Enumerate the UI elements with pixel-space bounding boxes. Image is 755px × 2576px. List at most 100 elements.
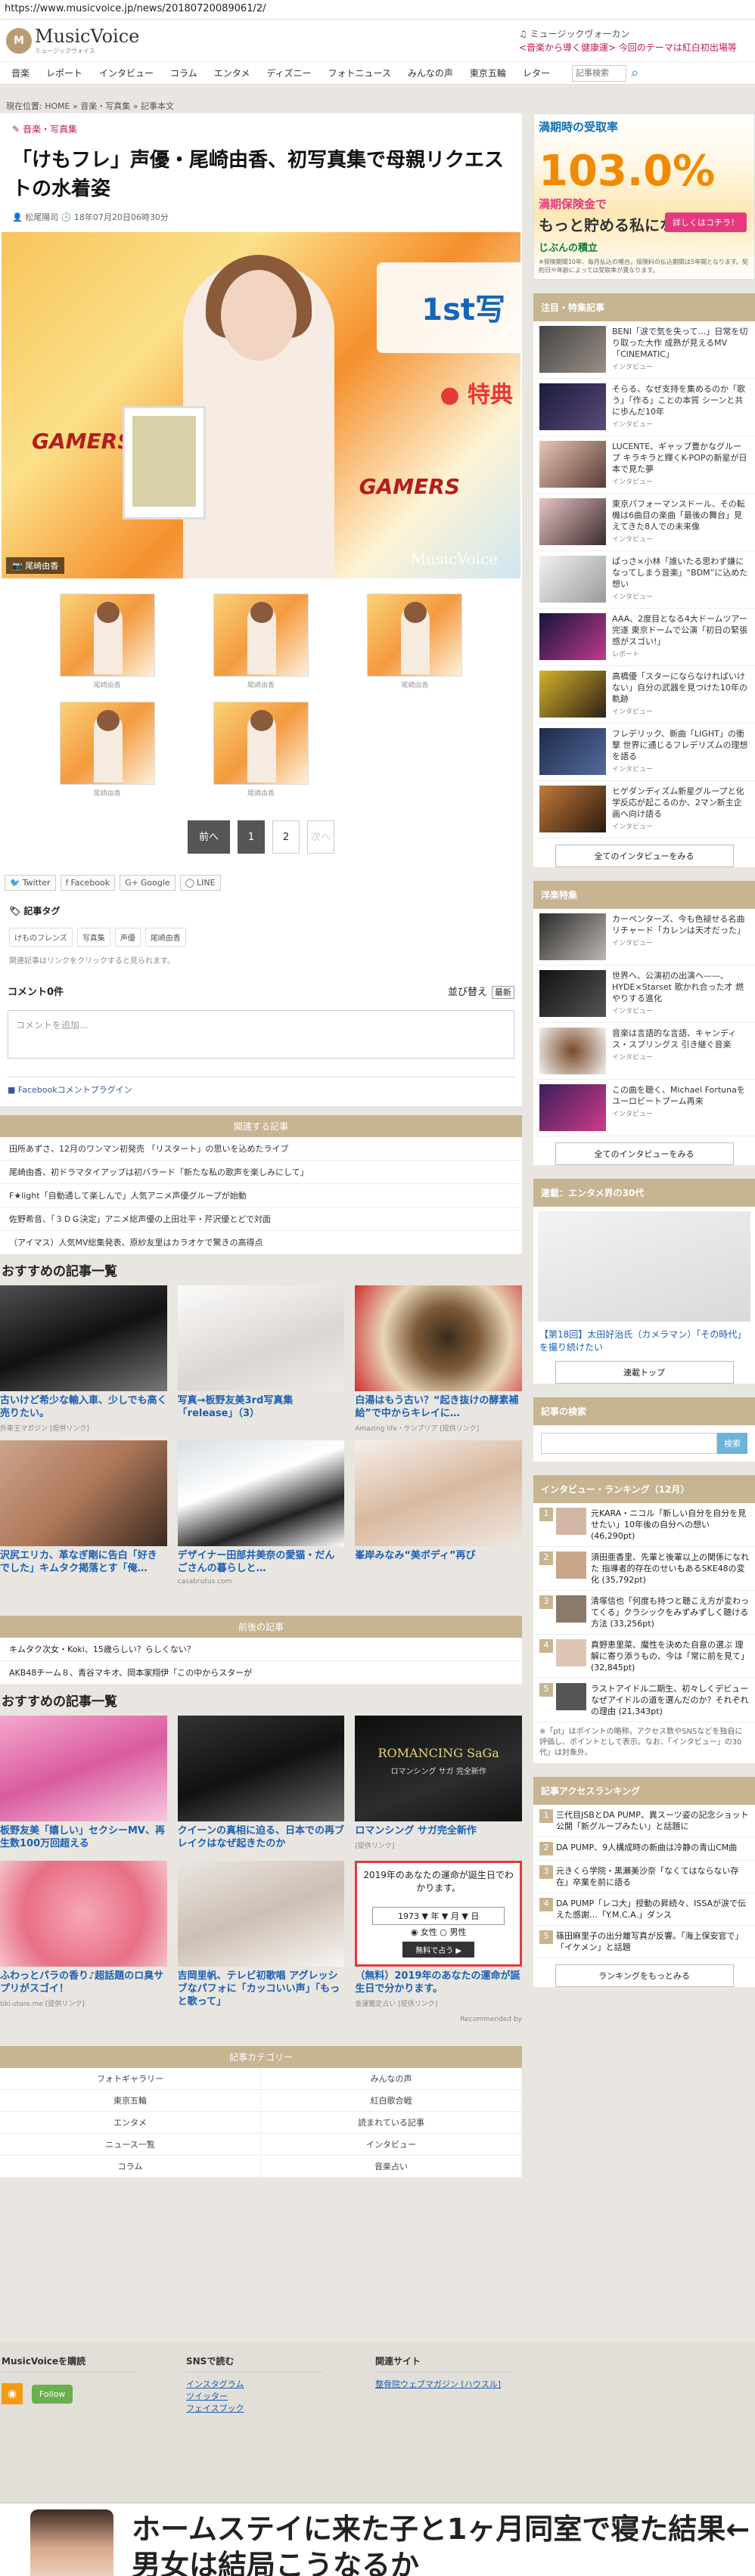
thumbnail[interactable]: 尾崎由香 <box>30 594 184 690</box>
related-item[interactable]: 尾崎由香、初ドラマタイアップは初バラード「新たな私の歌声を楽しみにして」 <box>0 1161 522 1184</box>
category-link[interactable]: 音楽占い <box>261 2156 522 2178</box>
nav-item-voices[interactable]: みんなの声 <box>399 62 461 85</box>
nav-item-olympics[interactable]: 東京五輪 <box>461 62 514 85</box>
tag-item[interactable]: 声優 <box>114 928 141 947</box>
facebook-comment-plugin[interactable]: ■ Facebookコメントプラグイン <box>8 1077 514 1096</box>
access-ranking-item[interactable]: 1 三代目JSBとDA PUMP、異スーツ姿の記念ショット公開「新グループみたい」… <box>533 1805 755 1837</box>
footer-instagram-link[interactable]: インスタグラム <box>186 2379 322 2391</box>
follow-button[interactable]: Follow <box>31 2385 73 2404</box>
recommended-card[interactable]: 峯岸みなみ“美ボディ”再び <box>355 1440 522 1586</box>
bottom-banner-ad[interactable]: ホームステイに来た子と1ヶ月同室で寝た結果← 男女は結局こうなるか <box>0 2503 755 2576</box>
related-item[interactable]: F★light「自動通して楽しんで」人気アニメ声優グループが始動 <box>0 1184 522 1207</box>
western-item[interactable]: この曲を聴く、Michael Fortunaを ユーロビートブーム再来 インタビュ… <box>533 1080 755 1136</box>
recommended-card[interactable]: 沢尻エリカ、革なぎ剛に告白「好きでした」キムタク掲落とす「俺… <box>0 1440 167 1586</box>
featured-item[interactable]: 東京パフォーマンスドール、その転機は6曲目の楽曲「最後の舞台」見えてきた8人での… <box>533 494 755 551</box>
featured-item[interactable]: 高橋優「スターにならなければいけない」自分の武器を見つけた10年の軌跡 インタビュ… <box>533 666 755 724</box>
related-item[interactable]: （アイマス）人気MV総集発表、原紗友里はカラオケで驚きの高得点 <box>0 1231 522 1254</box>
pager-next-button[interactable]: 次へ <box>307 820 334 854</box>
category-link[interactable]: エンタメ <box>0 2112 261 2134</box>
article-category[interactable]: 音楽・写真集 <box>23 124 77 135</box>
access-ranking-item[interactable]: 5 篠田麻里子の出分離写真が反響。「海上保安官で」「イケメン」と話題 <box>533 1926 755 1958</box>
ranking-item[interactable]: 4 真野恵里菜、魔性を決めた自意の選ぶ 理解に寄り添うもの、今は「常に前を見て」 … <box>533 1635 755 1679</box>
tag-item[interactable]: 写真集 <box>76 928 110 947</box>
footer-twitter-link[interactable]: ツイッター <box>186 2391 322 2403</box>
nav-item-entame[interactable]: エンタメ <box>206 62 259 85</box>
featured-item[interactable]: ぱっさ×小林「誰いたる思わず嫌になってしまう音楽」“BDM”に込めた想い インタビ… <box>533 551 755 609</box>
tag-item[interactable]: 尾崎由香 <box>144 928 186 947</box>
share-facebook-button[interactable]: f Facebook <box>60 875 116 891</box>
related-item[interactable]: 田所あずさ、12月のワンマン初発売 「リスタート」の思いを込めたライブ <box>0 1137 522 1161</box>
featured-item[interactable]: ヒゲダンディズム新星グループと化学反応が起こるのか、2マン新主企画へ向け語る イン… <box>533 781 755 839</box>
nav-item-photo-news[interactable]: フォトニュース <box>320 62 399 85</box>
recommended-card[interactable]: ROMANCING SaGa ロマンシング サガ 完全新作 ロマンシング サガ完全新… <box>355 1716 522 1853</box>
share-twitter-button[interactable]: 🐦 Twitter <box>5 875 56 891</box>
western-item[interactable]: 世界へ、公演初の出演へ——、HYDE×Starset 歌かれ合った才 燃やりする… <box>533 966 755 1023</box>
access-ranking-item[interactable]: 3 元きくら学院・黒瀬美沙奈「なくてはならない存在」卒業を前に語る <box>533 1861 755 1893</box>
category-link[interactable]: 読まれている記事 <box>261 2112 522 2134</box>
nav-item-interview[interactable]: インタビュー <box>91 62 162 85</box>
share-google-button[interactable]: G+ Google <box>120 875 176 891</box>
recommended-card[interactable]: 2019年のあなたの運命が誕生日でわかります。 1973 ▼ 年 ▼ 月 ▼ 日… <box>355 1861 522 2011</box>
serial-link[interactable]: 【第18回】太田好治氏（カメラマン）「その時代」を撮り続けたい <box>533 1326 755 1355</box>
ranking-item[interactable]: 2 須田亜香里、先輩と後輩以上の関係になれた 指導者的存在のせいもあるSKE48の… <box>533 1547 755 1591</box>
sidebar-ad[interactable]: 満期時の受取率 103.0% 満期保険金で もっと貯める私になる! じぶんの積立… <box>533 113 755 280</box>
top-notice-line2[interactable]: <音楽から導く健康運> 今回のテーマは紅白初出場等 <box>519 41 746 54</box>
western-item[interactable]: 音楽は言語的な言語、キャンディス・スプリングス 引き継ぐ音楽 インタビュー <box>533 1023 755 1080</box>
ad-cta-button[interactable]: 詳しくはコチラ！ <box>665 212 747 232</box>
recommended-card[interactable]: 板野友美「嬉しい」セクシーMV、再生数100万回超える <box>0 1716 167 1853</box>
rss-icon[interactable]: ◉ <box>2 2383 23 2404</box>
recommended-card[interactable]: クイーンの真相に迫る、日本での再ブレイクはなぜ起きたのか <box>177 1716 345 1853</box>
western-item[interactable]: カーペンターズ、今も色褪せる名曲 リチャード「カレンは天才だった」 インタビュー <box>533 909 755 966</box>
pager-prev-button[interactable]: 前へ <box>188 820 230 854</box>
category-link[interactable]: インタビュー <box>261 2134 522 2156</box>
western-more-button[interactable]: 全てのインタビューをみる <box>555 1142 734 1165</box>
sidebar-search-input[interactable] <box>541 1433 717 1454</box>
ranking-item[interactable]: 5 ラストアイドル二期生、初々しくデビュー なぜアイドルの道を選んだのか？それぞれ… <box>533 1679 755 1722</box>
prev-article-link[interactable]: キムタク次女・Koki、15歳らしい？らしくない？ <box>0 1638 522 1661</box>
ranking-item[interactable]: 1 元KARA・ニコル「新しい自分を自分を見せたい」10年後の自分への想い (46… <box>533 1503 755 1547</box>
featured-more-button[interactable]: 全てのインタビューをみる <box>555 845 734 867</box>
related-item[interactable]: 佐野希音、「３ＤＧ決定」アニメ総声優の上田壮平・芹沢優とどで対面 <box>0 1207 522 1231</box>
pager-page-1[interactable]: 1 <box>238 820 265 854</box>
nav-item-letter[interactable]: レター <box>514 62 558 85</box>
calendar-gender[interactable]: ◉ 女性 ○ 男性 <box>372 1923 505 1940</box>
nav-item-music[interactable]: 音楽 <box>3 62 38 85</box>
recommended-card[interactable]: ふわっとパラの香り♪超話題のロ臭サプリがスゴイ！ tiki-store.me [提… <box>0 1861 167 2011</box>
serial-top-button[interactable]: 連載トップ <box>555 1361 734 1384</box>
search-input[interactable] <box>571 64 626 82</box>
tag-item[interactable]: けものフレンズ <box>9 928 73 947</box>
footer-facebook-link[interactable]: フェイスブック <box>186 2403 322 2415</box>
category-link[interactable]: ニュース一覧 <box>0 2134 261 2156</box>
sidebar-search-button[interactable]: 検索 <box>717 1433 747 1454</box>
recommended-card[interactable]: 白湯はもう古い？“起き抜けの酵素補給”で中からキレイに… Amazing life… <box>355 1285 522 1433</box>
thumbnail[interactable]: 尾崎由香 <box>184 594 337 690</box>
category-link[interactable]: 紅白歌合戦 <box>261 2090 522 2112</box>
next-article-link[interactable]: AKB48チーム８、青谷マキオ、岡本家翔伊「この中からスターが <box>0 1661 522 1685</box>
nav-item-disney[interactable]: ディズニー <box>258 62 319 85</box>
share-line-button[interactable]: ◯ LINE <box>179 875 221 891</box>
thumbnail[interactable]: 尾崎由香 <box>30 702 184 798</box>
thumbnail[interactable]: 尾崎由香 <box>338 594 492 690</box>
recommended-card[interactable]: デザイナー田部井美奈の愛猫・だんごさんの暮らしと… casabrutus.com <box>177 1440 345 1586</box>
comment-input[interactable]: コメントを追加... <box>8 1010 514 1059</box>
address-bar[interactable]: https://www.musicvoice.jp/news/201807200… <box>0 0 755 20</box>
category-link[interactable]: 東京五輪 <box>0 2090 261 2112</box>
recommended-card[interactable]: 写真→板野友美3rd写真集「release」（3） <box>177 1285 345 1433</box>
featured-item[interactable]: LUCENTE、ギャップ豊かなグループ キラキラと輝くK-POPの新星が日本で見… <box>533 436 755 494</box>
pager-page-2[interactable]: 2 <box>272 820 300 854</box>
access-ranking-item[interactable]: 4 DA PUMP「レコ大」授動の昇続々、ISSAが涙で伝えた感謝…「Y.M.C.… <box>533 1893 755 1926</box>
nav-item-report[interactable]: レポート <box>38 62 91 85</box>
ranking-item[interactable]: 3 清塚信也「何度も持つと聴こえ方が変わってくる」クラシックをみずみずしく聴ける方… <box>533 1591 755 1635</box>
featured-item[interactable]: BENI「涙で気を失って…」日常を切り取った大作 成熟が見えるMV「CINEMA… <box>533 321 755 379</box>
featured-item[interactable]: AAA、2度目となる4大ドームツアー完遂 東京ドームで公演「初日の緊張感がスゴい… <box>533 609 755 666</box>
category-link[interactable]: みんなの声 <box>261 2068 522 2090</box>
category-link[interactable]: フォトギャラリー <box>0 2068 261 2090</box>
calendar-submit-button[interactable]: 無料で占う ▶ <box>402 1942 474 1958</box>
top-notice[interactable]: ♫ ミュージックヴォーカン <音楽から導く健康運> 今回のテーマは紅白初出場等 <box>519 27 746 54</box>
serial-photo[interactable] <box>538 1211 750 1322</box>
category-link[interactable]: コラム <box>0 2156 261 2178</box>
featured-item[interactable]: フレデリック、新曲「LIGHT」の衝撃 世界に通じるフレデリズムの理想を語る イン… <box>533 724 755 781</box>
recommended-card[interactable]: 古いけど希少な輸入車、少しでも高く売りたい。 外車王マガジン [提供リンク] <box>0 1285 167 1433</box>
site-logo[interactable]: M MusicVoice ミュージックヴォイス <box>6 26 139 55</box>
recommended-card[interactable]: 吉岡里帆、テレビ初歌唱 アグレッシブなパフォに「カッコいい声」「もっと歌って」 <box>177 1861 345 2011</box>
